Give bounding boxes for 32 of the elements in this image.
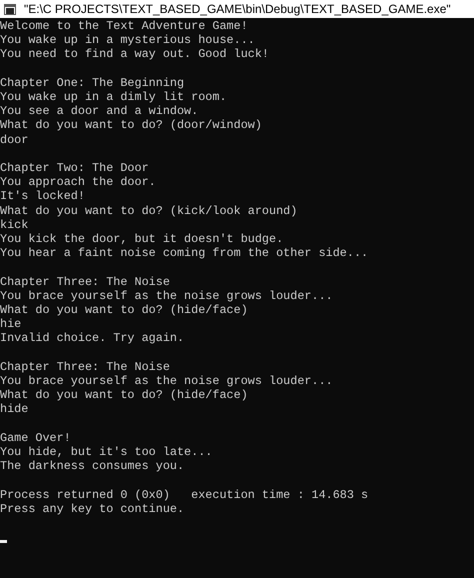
console-line: What do you want to do? (kick/look around) [0,204,298,218]
console-line: Process returned 0 (0x0) execution time : 14.683 s [0,488,370,502]
console-line: Chapter Three: The Noise [0,360,171,374]
console-line: hie [0,317,22,332]
console-line: The darkness consumes you. [0,459,186,474]
console-icon [4,4,16,14]
console-line: You kick the door, but it doesn't budge. [0,232,284,246]
console-line: You hide, but it's too late... [0,445,214,460]
console-line: Invalid choice. Try again. [0,331,186,346]
console-line: Game Over! [0,430,72,446]
text-cursor [0,540,7,544]
console-line: Welcome to the Text Adventure Game! [0,19,249,34]
console-line: You brace yourself as the noise grows louder... [0,374,334,388]
console-line: What do you want to do? (door/window) [0,118,263,133]
console-line: You brace yourself as the noise grows louder... [0,288,334,304]
console-line: You hear a faint noise coming from the other side... [0,246,370,260]
console-line: It's locked! [0,189,86,204]
console-line: kick [0,218,30,232]
console-line: door [0,132,30,147]
console-line: What do you want to do? (hide/face) [0,303,249,318]
console-line: You need to find a way out. Good luck! [0,47,270,62]
console-line: You wake up in a dimly lit room. [0,90,228,104]
console-line: Press any key to continue. [0,502,186,516]
console-line: hide [0,402,30,417]
console-line: Chapter Three: The Noise [0,274,171,289]
console-line: What do you want to do? (hide/face) [0,388,249,402]
console-line: You see a door and a window. [0,104,200,118]
console-line: You approach the door. [0,175,157,190]
window-title: "E:\C PROJECTS\TEXT_BASED_GAME\bin\Debug\TEXT_BASED_GAME.exe" [24,2,451,16]
console-line: You wake up in a mysterious house... [0,33,256,48]
console-line: Chapter One: The Beginning [0,76,186,90]
console-line: Chapter Two: The Door [0,161,150,176]
